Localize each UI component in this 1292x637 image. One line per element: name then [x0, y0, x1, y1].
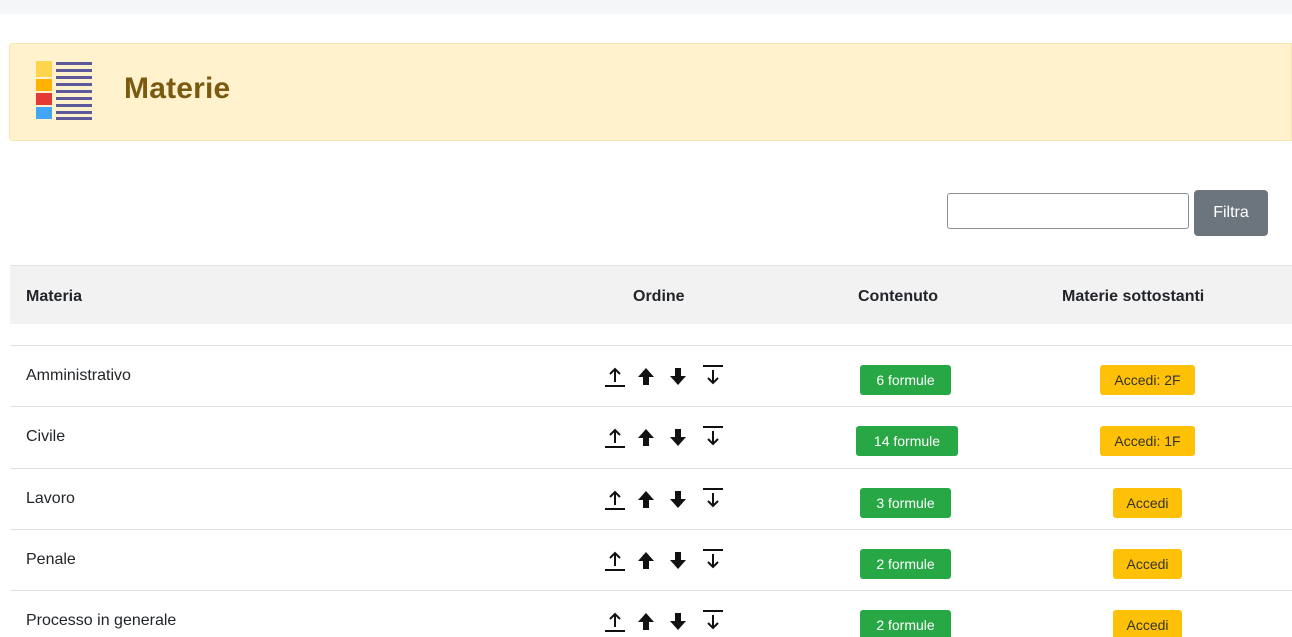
table-row: Amministrativo 6 formule Accedi: 2F: [10, 345, 1292, 407]
table-row: Civile 14 formule Accedi: 1F: [10, 406, 1292, 468]
accedi-button[interactable]: Accedi: 2F: [1100, 365, 1195, 395]
materia-name: Civile: [26, 428, 66, 445]
order-controls: [602, 608, 730, 634]
move-top-icon[interactable]: [602, 486, 628, 512]
move-bottom-icon[interactable]: [700, 363, 726, 389]
move-down-icon[interactable]: [668, 363, 688, 389]
accedi-button[interactable]: Accedi: [1113, 549, 1182, 579]
move-up-icon[interactable]: [636, 547, 656, 573]
move-up-icon[interactable]: [636, 363, 656, 389]
page-header: Materie: [9, 43, 1292, 141]
order-controls: [602, 363, 730, 389]
move-up-icon[interactable]: [636, 424, 656, 450]
accedi-button[interactable]: Accedi: [1113, 488, 1182, 518]
contenuto-badge[interactable]: 6 formule: [860, 365, 951, 395]
column-header-ordine: Ordine: [633, 288, 685, 305]
move-top-icon[interactable]: [602, 608, 628, 634]
materia-name: Lavoro: [26, 490, 75, 507]
table-row: Penale 2 formule Accedi: [10, 529, 1292, 591]
contenuto-badge[interactable]: 2 formule: [860, 610, 951, 637]
accedi-button[interactable]: Accedi: [1113, 610, 1182, 637]
move-bottom-icon[interactable]: [700, 486, 726, 512]
top-bar: [0, 0, 1292, 14]
order-controls: [602, 547, 730, 573]
table-row: Lavoro 3 formule Accedi: [10, 468, 1292, 530]
move-down-icon[interactable]: [668, 547, 688, 573]
move-bottom-icon[interactable]: [700, 608, 726, 634]
move-down-icon[interactable]: [668, 424, 688, 450]
move-bottom-icon[interactable]: [700, 424, 726, 450]
move-top-icon[interactable]: [602, 547, 628, 573]
materia-name: Penale: [26, 551, 76, 568]
materia-name: Processo in generale: [26, 612, 177, 629]
table-header: Materia Ordine Contenuto Materie sottost…: [10, 265, 1292, 324]
contenuto-badge[interactable]: 3 formule: [860, 488, 951, 518]
move-up-icon[interactable]: [636, 608, 656, 634]
accedi-button[interactable]: Accedi: 1F: [1100, 426, 1195, 456]
order-controls: [602, 486, 730, 512]
list-icon: [36, 61, 92, 120]
order-controls: [602, 424, 730, 450]
contenuto-badge[interactable]: 14 formule: [856, 426, 958, 456]
move-down-icon[interactable]: [668, 608, 688, 634]
move-top-icon[interactable]: [602, 424, 628, 450]
contenuto-badge[interactable]: 2 formule: [860, 549, 951, 579]
move-top-icon[interactable]: [602, 363, 628, 389]
filter-input[interactable]: [947, 193, 1189, 229]
column-header-contenuto: Contenuto: [858, 288, 938, 305]
move-up-icon[interactable]: [636, 486, 656, 512]
materia-name: Amministrativo: [26, 367, 131, 384]
filter-button[interactable]: Filtra: [1194, 190, 1268, 236]
move-down-icon[interactable]: [668, 486, 688, 512]
table-row: Processo in generale 2 formule Accedi: [10, 590, 1292, 637]
column-header-materia[interactable]: Materia: [26, 288, 82, 306]
column-header-materie-sottostanti: Materie sottostanti: [1062, 288, 1205, 305]
page-title: Materie: [124, 72, 231, 105]
move-bottom-icon[interactable]: [700, 547, 726, 573]
